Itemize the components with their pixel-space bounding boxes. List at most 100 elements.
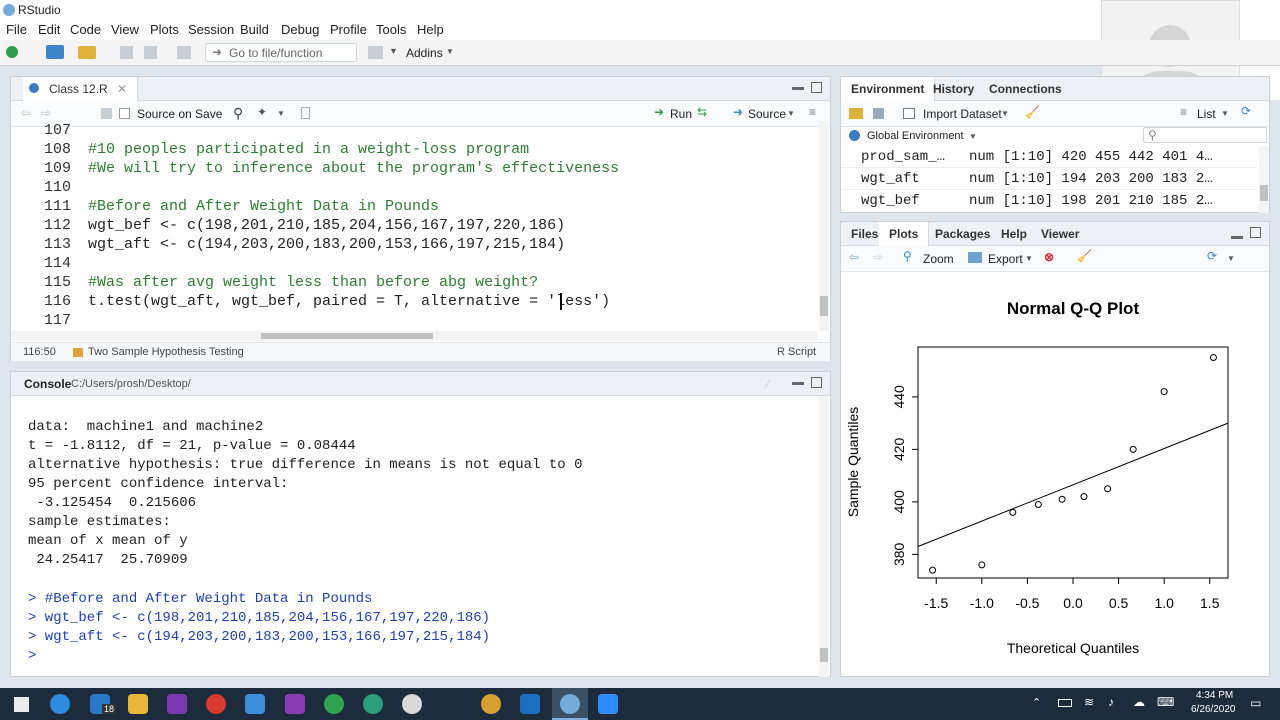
new-project-icon[interactable]: [46, 45, 64, 59]
search-icon[interactable]: ⚲: [233, 105, 243, 122]
outlook-icon[interactable]: [520, 694, 540, 714]
clock-time[interactable]: 4:34 PM: [1196, 690, 1233, 701]
rstudio-taskbar-active[interactable]: [552, 688, 588, 720]
clock-date[interactable]: 6/26/2020: [1191, 704, 1236, 715]
menu-help[interactable]: Help: [417, 22, 444, 37]
menu-view[interactable]: View: [111, 22, 139, 37]
next-plot-icon[interactable]: ⇨: [873, 250, 883, 264]
menu-code[interactable]: Code: [70, 22, 101, 37]
table-row[interactable]: wgt_bef num [1:10] 198 201 210 185 2…: [841, 191, 1257, 212]
zoom-app-icon[interactable]: [598, 694, 618, 714]
environment-scope-selector[interactable]: Global Environment: [867, 130, 964, 142]
source-button[interactable]: Source: [748, 107, 786, 121]
save-icon[interactable]: [120, 46, 133, 59]
goto-file-function-input[interactable]: ➜ Go to file/function: [205, 43, 357, 62]
chrome-icon[interactable]: [206, 694, 226, 714]
run-arrow-icon[interactable]: ➜: [654, 105, 664, 119]
chevron-down-icon[interactable]: ▼: [1001, 109, 1009, 118]
publish-icon[interactable]: ⟳: [1207, 249, 1217, 263]
environment-search-input[interactable]: ⚲: [1143, 127, 1267, 143]
source-on-save-checkbox[interactable]: [119, 108, 130, 119]
clear-console-icon[interactable]: ⁄: [767, 377, 769, 391]
grid-layout-icon[interactable]: [368, 46, 383, 59]
chevron-down-icon[interactable]: ▼: [389, 46, 398, 56]
editor-hscrollbar[interactable]: [11, 331, 817, 341]
minimize-pane-icon[interactable]: [1231, 236, 1243, 239]
import-dataset-icon[interactable]: [903, 108, 915, 119]
windows-start-icon[interactable]: [14, 697, 29, 712]
language-icon[interactable]: ⌨: [1157, 695, 1174, 709]
menu-plots[interactable]: Plots: [150, 22, 179, 37]
minimize-pane-icon[interactable]: [792, 87, 804, 90]
forward-arrow-icon[interactable]: ⇨: [41, 106, 51, 120]
refresh-icon[interactable]: ⟳: [1241, 104, 1251, 118]
chevron-down-icon[interactable]: ▼: [446, 47, 454, 56]
menu-build[interactable]: Build: [240, 22, 269, 37]
menu-profile[interactable]: Profile: [330, 22, 367, 37]
edge-dev-icon[interactable]: [363, 694, 383, 714]
code-area[interactable]: 107 108 #10 peoples participated in a we…: [11, 121, 817, 331]
app-white-icon[interactable]: [402, 694, 422, 714]
outline-menu-icon[interactable]: ≡: [809, 105, 816, 119]
table-row[interactable]: wgt_aft num [1:10] 194 203 200 183 2…: [841, 169, 1257, 190]
battery-icon[interactable]: [1058, 699, 1072, 707]
rerun-icon[interactable]: ⇆: [697, 105, 707, 119]
maximize-pane-icon[interactable]: [811, 82, 822, 93]
open-file-icon[interactable]: [78, 46, 96, 59]
zoom-button[interactable]: Zoom: [923, 252, 954, 266]
save-icon[interactable]: [101, 108, 112, 119]
print-icon[interactable]: [177, 46, 191, 59]
scroll-thumb[interactable]: [820, 296, 828, 316]
menu-tools[interactable]: Tools: [376, 22, 406, 37]
chevron-down-icon[interactable]: ▼: [1025, 254, 1033, 263]
tab-connections[interactable]: Connections: [979, 77, 1072, 101]
store-icon[interactable]: [245, 694, 265, 714]
run-button[interactable]: Run: [670, 107, 692, 121]
edge-icon[interactable]: [50, 694, 70, 714]
chevron-down-icon[interactable]: ▼: [277, 109, 285, 118]
addins-button[interactable]: Addins: [406, 46, 443, 60]
onedrive-icon[interactable]: ☁: [1133, 695, 1145, 709]
scroll-thumb[interactable]: [820, 648, 828, 662]
environment-vscrollbar[interactable]: [1259, 147, 1269, 213]
chevron-down-icon[interactable]: ▼: [787, 109, 795, 118]
back-arrow-icon[interactable]: ⇦: [21, 106, 31, 120]
export-button[interactable]: Export: [988, 252, 1023, 266]
save-all-icon[interactable]: [144, 46, 157, 59]
scroll-thumb[interactable]: [261, 333, 433, 339]
file-type-selector[interactable]: R Script: [777, 346, 816, 358]
source-arrow-icon[interactable]: ➜: [733, 105, 743, 119]
tab-plots[interactable]: Plots: [879, 222, 930, 246]
console-vscrollbar[interactable]: [819, 396, 829, 677]
magic-wand-icon[interactable]: ✦: [257, 105, 267, 119]
file-explorer-icon[interactable]: [128, 694, 148, 714]
remove-plot-icon[interactable]: ⊗: [1044, 250, 1054, 264]
console-tab[interactable]: Console: [24, 377, 71, 391]
import-dataset-button[interactable]: Import Dataset: [923, 107, 1002, 121]
tab-class-12-r[interactable]: Class 12.R ✕: [23, 77, 139, 101]
maximize-pane-icon[interactable]: [1250, 227, 1261, 238]
previous-plot-icon[interactable]: ⇦: [849, 250, 859, 264]
chevron-up-icon[interactable]: ⌃: [1032, 696, 1041, 709]
close-icon[interactable]: ✕: [117, 82, 127, 96]
compile-report-icon[interactable]: [301, 107, 310, 119]
list-view-icon[interactable]: ≡: [1180, 105, 1187, 119]
app-green-icon[interactable]: [324, 694, 344, 714]
tab-history[interactable]: History: [923, 77, 984, 101]
volume-icon[interactable]: ♪: [1108, 695, 1114, 709]
broom-icon[interactable]: 🧹: [1025, 105, 1040, 119]
list-view-selector[interactable]: List: [1197, 107, 1216, 121]
chevron-down-icon[interactable]: ▼: [1227, 254, 1235, 263]
menu-edit[interactable]: Edit: [38, 22, 60, 37]
table-row[interactable]: prod_sam_… num [1:10] 420 455 442 401 4…: [841, 147, 1257, 168]
menu-debug[interactable]: Debug: [281, 22, 319, 37]
load-workspace-icon[interactable]: [849, 108, 863, 119]
editor-vscrollbar[interactable]: [819, 121, 829, 331]
section-selector[interactable]: Two Sample Hypothesis Testing: [88, 346, 244, 358]
zoom-icon[interactable]: ⚲: [903, 249, 912, 263]
onenote2-icon[interactable]: [285, 694, 305, 714]
maximize-pane-icon[interactable]: [811, 377, 822, 388]
tab-packages[interactable]: Packages: [925, 222, 1000, 246]
onenote-icon[interactable]: [167, 694, 187, 714]
chevron-down-icon[interactable]: ▼: [969, 132, 977, 141]
